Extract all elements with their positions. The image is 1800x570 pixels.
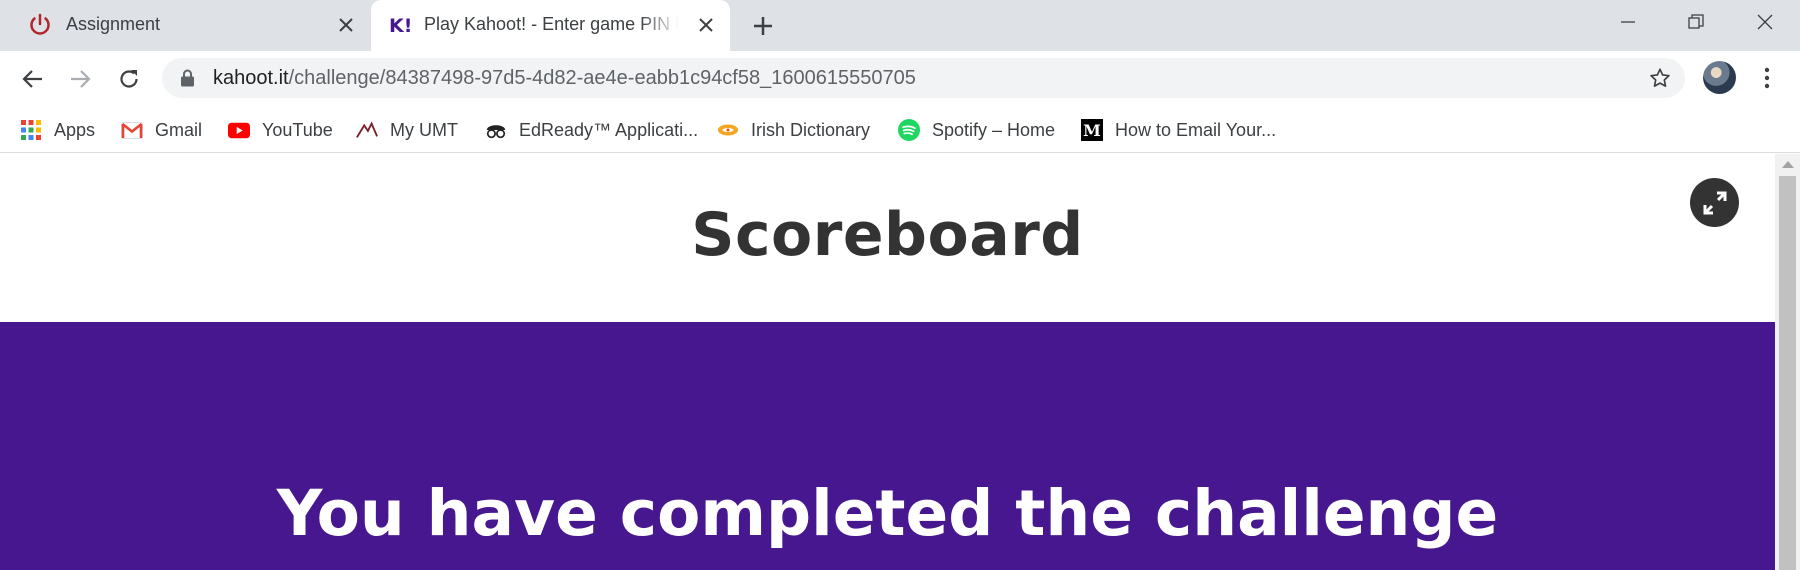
power-icon xyxy=(27,12,53,38)
bookmark-medium[interactable]: M How to Email Your... xyxy=(1081,113,1276,147)
bookmark-gmail[interactable]: Gmail xyxy=(121,113,202,147)
gmail-icon xyxy=(121,119,143,141)
bookmarks-bar: Apps Gmail YouTube My UMT EdReady™ Appli… xyxy=(0,105,1800,153)
close-icon[interactable] xyxy=(334,13,358,37)
svg-text:K!: K! xyxy=(389,15,412,36)
umt-icon xyxy=(356,119,378,141)
spotify-icon xyxy=(898,119,920,141)
scroll-up-arrow-icon[interactable] xyxy=(1782,161,1794,168)
minimize-button[interactable] xyxy=(1605,6,1651,38)
bookmark-apps[interactable]: Apps xyxy=(20,113,95,147)
tab-title: Play Kahoot! - Enter game PIN here! xyxy=(424,14,679,34)
browser-toolbar: kahoot.it/challenge/84387498-97d5-4d82-a… xyxy=(0,51,1800,105)
scroll-thumb[interactable] xyxy=(1779,176,1796,570)
bookmark-irish-dictionary[interactable]: Irish Dictionary xyxy=(717,113,870,147)
address-bar[interactable]: kahoot.it/challenge/84387498-97d5-4d82-a… xyxy=(162,58,1685,98)
challenge-complete-banner: You have completed the challenge xyxy=(0,322,1775,570)
svg-text:M: M xyxy=(1083,121,1101,140)
bookmark-edready[interactable]: EdReady™ Applicati... xyxy=(485,113,698,147)
bookmark-youtube[interactable]: YouTube xyxy=(228,113,333,147)
kahoot-icon: K! xyxy=(389,12,415,38)
menu-icon[interactable] xyxy=(1755,63,1779,93)
bookmark-star-icon[interactable] xyxy=(1649,67,1671,94)
lock-icon[interactable] xyxy=(180,69,195,92)
vertical-scrollbar[interactable] xyxy=(1775,154,1800,570)
restore-button[interactable] xyxy=(1673,6,1719,38)
edready-icon xyxy=(485,119,507,141)
bookmark-my-umt[interactable]: My UMT xyxy=(356,113,458,147)
medium-icon: M xyxy=(1081,119,1103,141)
expand-icon xyxy=(1703,191,1726,214)
reload-button[interactable] xyxy=(112,62,146,96)
close-window-button[interactable] xyxy=(1742,6,1788,38)
tab-strip: Assignment K! Play Kahoot! - Enter game … xyxy=(0,0,1800,51)
page-title: Scoreboard xyxy=(691,200,1084,270)
url-text[interactable]: kahoot.it/challenge/84387498-97d5-4d82-a… xyxy=(213,67,916,90)
close-icon[interactable] xyxy=(694,13,718,37)
apps-grid-icon xyxy=(20,119,42,141)
dictionary-icon xyxy=(717,119,739,141)
tab-kahoot[interactable]: K! Play Kahoot! - Enter game PIN here! xyxy=(371,0,730,51)
tab-title: Assignment xyxy=(66,14,161,34)
new-tab-button[interactable] xyxy=(748,11,778,41)
youtube-icon xyxy=(228,119,250,141)
back-button[interactable] xyxy=(16,62,50,96)
completed-heading: You have completed the challenge xyxy=(276,477,1499,550)
page-content: Scoreboard You have completed the challe… xyxy=(0,154,1775,570)
tab-assignment[interactable]: Assignment xyxy=(0,0,370,51)
bookmark-spotify[interactable]: Spotify – Home xyxy=(898,113,1055,147)
fullscreen-button[interactable] xyxy=(1690,178,1739,227)
profile-avatar[interactable] xyxy=(1703,61,1736,94)
forward-button[interactable] xyxy=(63,62,97,96)
